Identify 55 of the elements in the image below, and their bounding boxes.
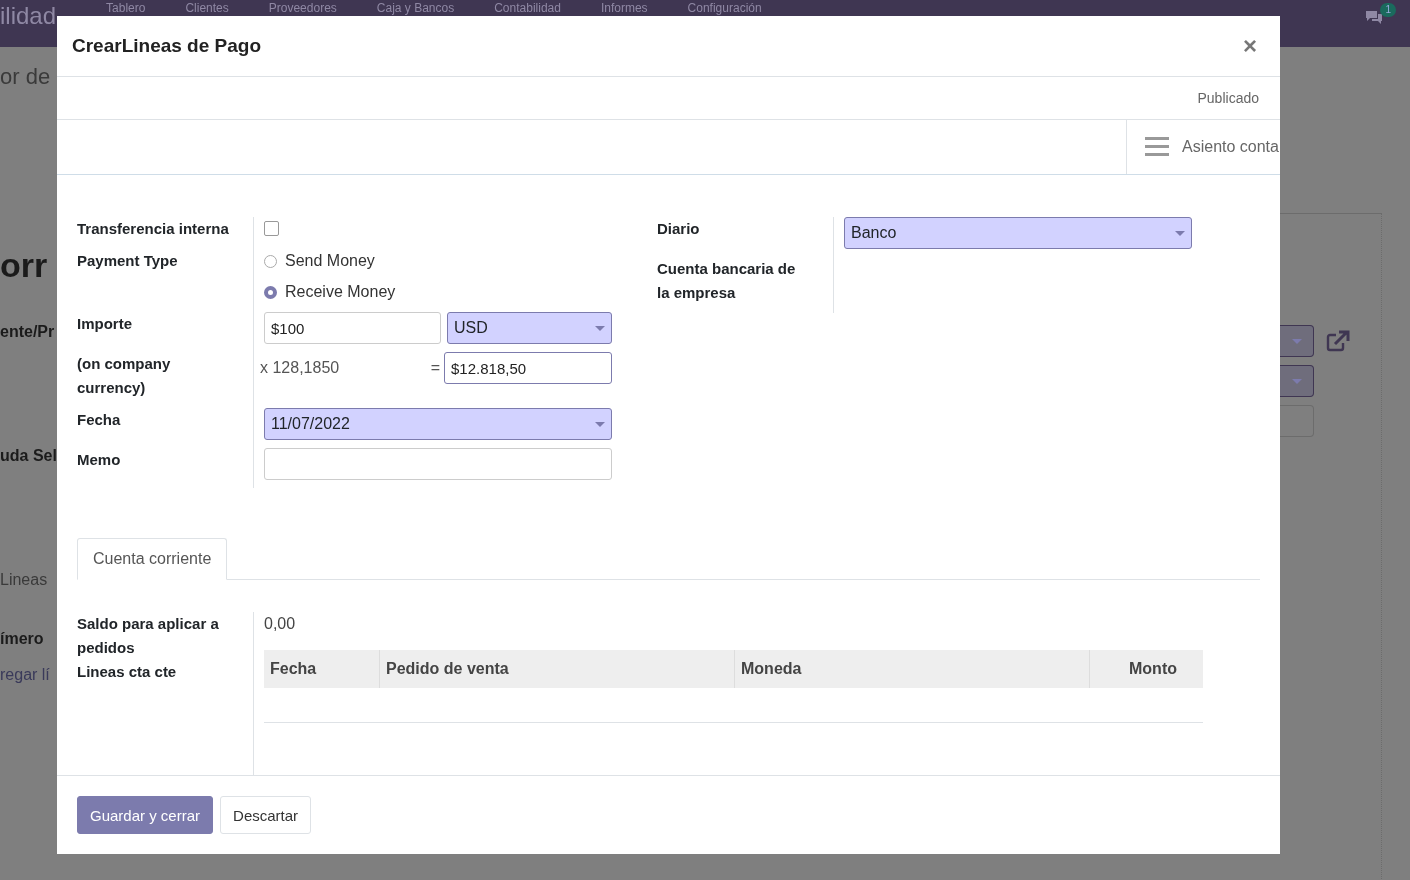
background-text: ímero bbox=[0, 628, 44, 648]
background-text: ente/Pr bbox=[0, 322, 55, 342]
converted-amount-field[interactable]: $12.818,50 bbox=[444, 352, 612, 384]
menu-item[interactable]: Proveedores bbox=[248, 0, 357, 16]
tab[interactable]: Cuenta corriente bbox=[77, 538, 228, 580]
field-label: Saldo para aplicar a pedidos bbox=[77, 614, 220, 658]
column-header: Fecha bbox=[269, 659, 318, 679]
select-field[interactable]: 11/07/2022 bbox=[264, 408, 612, 440]
radio-option[interactable]: Receive Money bbox=[264, 280, 612, 304]
background-text: orr bbox=[0, 245, 48, 287]
caret-icon bbox=[595, 325, 605, 331]
column-header: Monto bbox=[1089, 650, 1203, 688]
balance-value: 0,00 bbox=[264, 615, 296, 632]
field-label: Importe bbox=[77, 312, 254, 352]
equals-sign: = bbox=[430, 359, 441, 377]
message-count-badge: 1 bbox=[1380, 3, 1396, 17]
close-button[interactable]: × bbox=[1235, 32, 1265, 60]
caret-icon bbox=[1175, 230, 1185, 236]
menu-item[interactable]: Caja y Bancos bbox=[356, 0, 475, 16]
field-label: Lineas cta cte bbox=[77, 662, 178, 682]
field-label: Payment Type bbox=[77, 249, 254, 312]
messages-button[interactable] bbox=[1364, 8, 1385, 26]
list-icon bbox=[1145, 137, 1169, 157]
memo-field[interactable] bbox=[264, 448, 612, 480]
radio-option[interactable]: Send Money bbox=[264, 249, 612, 273]
menu-item[interactable]: Tablero bbox=[86, 0, 166, 16]
column-header: Pedido de venta bbox=[379, 650, 734, 688]
background-text: or de bbox=[0, 64, 51, 91]
save-button[interactable]: Guardar y cerrar bbox=[77, 796, 214, 834]
select-field[interactable]: Banco bbox=[844, 217, 1192, 249]
field-label: Diario bbox=[657, 217, 834, 257]
background-text: Lineas bbox=[0, 569, 48, 589]
dialog-title: CrearLineas de Pago bbox=[72, 35, 262, 57]
field-label: Cuenta bancaria de la empresa bbox=[657, 257, 834, 313]
menu-item[interactable]: Contabilidad bbox=[474, 0, 581, 16]
background-text: regar lí bbox=[0, 664, 50, 685]
caret-icon bbox=[595, 421, 605, 427]
amount-field[interactable]: $100 bbox=[264, 312, 441, 344]
column-header: Moneda bbox=[734, 650, 1089, 688]
menu-item[interactable]: Configuración bbox=[667, 0, 782, 16]
field-label: Memo bbox=[77, 448, 254, 488]
status-label: Publicado bbox=[1197, 90, 1259, 106]
checkbox[interactable] bbox=[264, 221, 279, 236]
background-text: uda Sel bbox=[0, 446, 57, 466]
external-link-icon bbox=[1326, 330, 1350, 352]
discard-button[interactable]: Descartar bbox=[220, 796, 312, 834]
field-label: Transferencia interna bbox=[77, 217, 254, 249]
field-label: Fecha bbox=[77, 408, 254, 448]
chat-icon bbox=[1364, 8, 1385, 26]
currency-select[interactable]: USD bbox=[447, 312, 612, 344]
menu-item[interactable]: Informes bbox=[580, 0, 668, 16]
menu-item[interactable]: Clientes bbox=[165, 0, 249, 16]
exchange-rate: x 128,1850 bbox=[260, 359, 341, 377]
journal-entry-button[interactable]: Asiento conta bbox=[1126, 120, 1280, 174]
field-label: (on company currency) bbox=[77, 352, 254, 408]
